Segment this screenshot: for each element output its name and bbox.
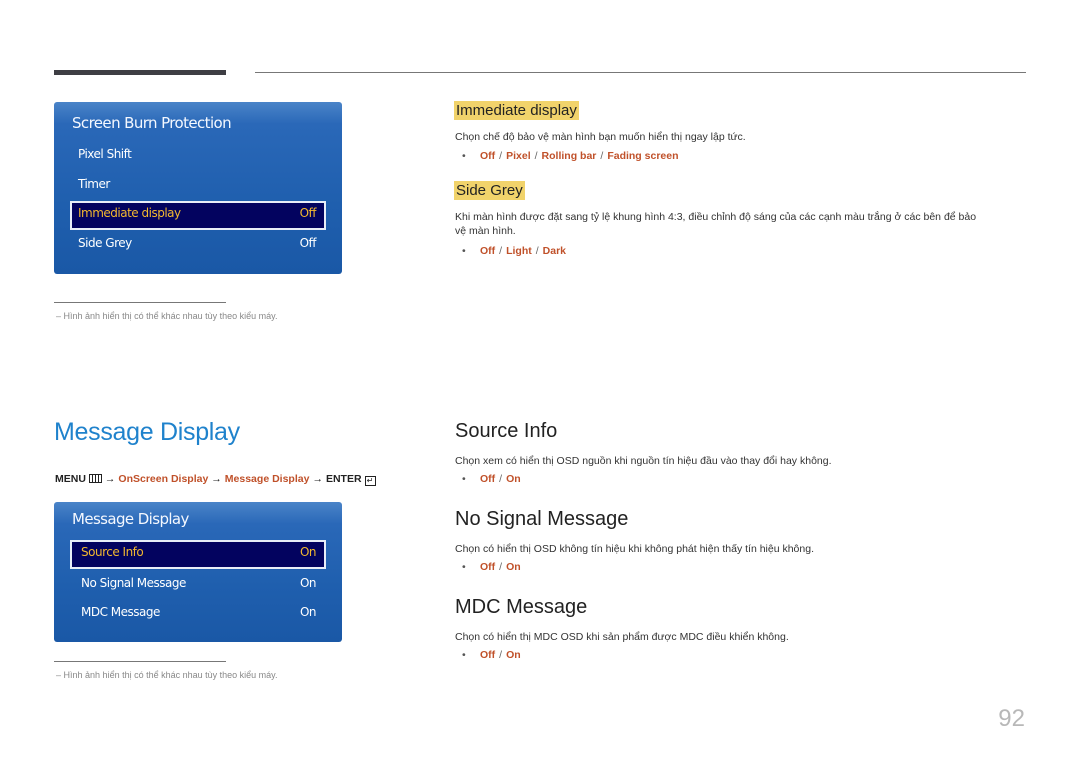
note-dash: –	[56, 311, 62, 321]
menu-path: MENU → OnScreen Display → Message Display → EN…	[55, 473, 376, 486]
header-bar-thick	[54, 70, 226, 75]
section-heading-mdc-message: MDC Message	[455, 596, 588, 618]
bullet: •	[462, 561, 466, 573]
osd-message-display: Message Display Source Info On No Signal…	[54, 502, 342, 642]
note-divider	[54, 302, 226, 303]
bullet: •	[462, 245, 466, 257]
separator: /	[499, 473, 503, 485]
osd-item-side-grey[interactable]: Side Grey Off	[70, 231, 326, 257]
option-list: • Off / On	[462, 649, 521, 661]
page-number: 92	[998, 705, 1025, 732]
note-dash: –	[56, 670, 62, 680]
osd-item-label: No Signal Message	[81, 576, 186, 590]
path-enter: ENTER	[325, 473, 362, 485]
enter-icon: ↵	[364, 476, 376, 486]
arrow-icon: →	[104, 473, 116, 485]
bullet: •	[462, 150, 466, 162]
bullet: •	[462, 473, 466, 485]
separator: /	[499, 561, 503, 573]
option-off: Off	[480, 473, 496, 485]
section-heading-side-grey: Side Grey	[454, 181, 525, 200]
note-divider	[54, 661, 226, 662]
osd-item-value: On	[299, 605, 317, 619]
section-description: Chọn có hiển thị OSD không tín hiệu khi …	[455, 543, 814, 555]
osd-item-timer[interactable]: Timer	[70, 172, 326, 198]
osd-item-label: Side Grey	[78, 236, 132, 250]
osd-title: Message Display	[72, 510, 189, 528]
separator: /	[499, 150, 503, 162]
option-off: Off	[480, 245, 496, 257]
osd-item-no-signal-message[interactable]: No Signal Message On	[70, 571, 326, 597]
section-heading-immediate-display: Immediate display	[454, 101, 579, 120]
option-on: On	[506, 561, 521, 573]
section-heading-source-info: Source Info	[455, 420, 558, 442]
osd-item-value: Off	[299, 236, 317, 250]
section-description: Khi màn hình được đặt sang tỷ lệ khung h…	[455, 210, 976, 238]
description-line: Khi màn hình được đặt sang tỷ lệ khung h…	[455, 211, 977, 223]
separator: /	[499, 245, 503, 257]
option-fading-screen: Fading screen	[607, 150, 679, 162]
path-message-display: Message Display	[224, 473, 310, 485]
osd-item-pixel-shift[interactable]: Pixel Shift	[70, 142, 326, 168]
section-description: Chọn chế độ bảo vệ màn hình bạn muốn hiể…	[455, 131, 746, 143]
osd-item-source-info[interactable]: Source Info On	[70, 540, 326, 569]
section-description: Chọn xem có hiển thị OSD nguồn khi nguồn…	[455, 455, 832, 467]
option-off: Off	[480, 649, 496, 661]
page-title: Message Display	[54, 418, 240, 446]
separator: /	[534, 150, 538, 162]
image-note: – Hình ảnh hiển thị có thể khác nhau tùy…	[56, 670, 278, 680]
osd-item-label: Source Info	[81, 545, 144, 559]
note-text: Hình ảnh hiển thị có thể khác nhau tùy t…	[63, 670, 278, 680]
option-on: On	[506, 473, 521, 485]
osd-item-value: On	[299, 576, 317, 590]
section-heading-no-signal-message: No Signal Message	[455, 508, 629, 530]
osd-item-value: Off	[299, 206, 317, 220]
description-line: vệ màn hình.	[455, 225, 516, 237]
section-description: Chọn có hiển thị MDC OSD khi sản phẩm đư…	[455, 631, 789, 643]
separator: /	[499, 649, 503, 661]
option-dark: Dark	[542, 245, 567, 257]
option-list: • Off / On	[462, 561, 521, 573]
option-off: Off	[480, 561, 496, 573]
path-menu: MENU	[55, 473, 86, 485]
option-light: Light	[506, 245, 532, 257]
osd-item-label: Immediate display	[78, 206, 181, 220]
path-onscreen-display: OnScreen Display	[118, 473, 209, 485]
option-on: On	[506, 649, 521, 661]
option-off: Off	[480, 150, 496, 162]
option-rolling-bar: Rolling bar	[541, 150, 597, 162]
osd-item-immediate-display[interactable]: Immediate display Off	[70, 201, 326, 230]
note-text: Hình ảnh hiển thị có thể khác nhau tùy t…	[63, 311, 278, 321]
menu-icon	[88, 474, 102, 483]
option-list: • Off / Pixel / Rolling bar / Fading screen	[462, 150, 679, 162]
separator: /	[600, 150, 604, 162]
image-note: – Hình ảnh hiển thị có thể khác nhau tùy…	[56, 311, 278, 321]
header-rule	[255, 72, 1026, 73]
option-list: • Off / Light / Dark	[462, 245, 566, 257]
option-list: • Off / On	[462, 473, 521, 485]
osd-item-value: On	[299, 545, 317, 559]
osd-title: Screen Burn Protection	[72, 114, 232, 132]
bullet: •	[462, 649, 466, 661]
arrow-icon: →	[211, 473, 222, 485]
osd-screen-burn-protection: Screen Burn Protection Pixel Shift Timer…	[54, 102, 342, 274]
osd-item-label: Timer	[78, 177, 110, 191]
separator: /	[535, 245, 539, 257]
osd-item-label: MDC Message	[81, 605, 160, 619]
osd-item-mdc-message[interactable]: MDC Message On	[70, 600, 326, 626]
osd-item-label: Pixel Shift	[78, 147, 132, 161]
arrow-icon: →	[312, 473, 323, 485]
option-pixel: Pixel	[506, 150, 531, 162]
